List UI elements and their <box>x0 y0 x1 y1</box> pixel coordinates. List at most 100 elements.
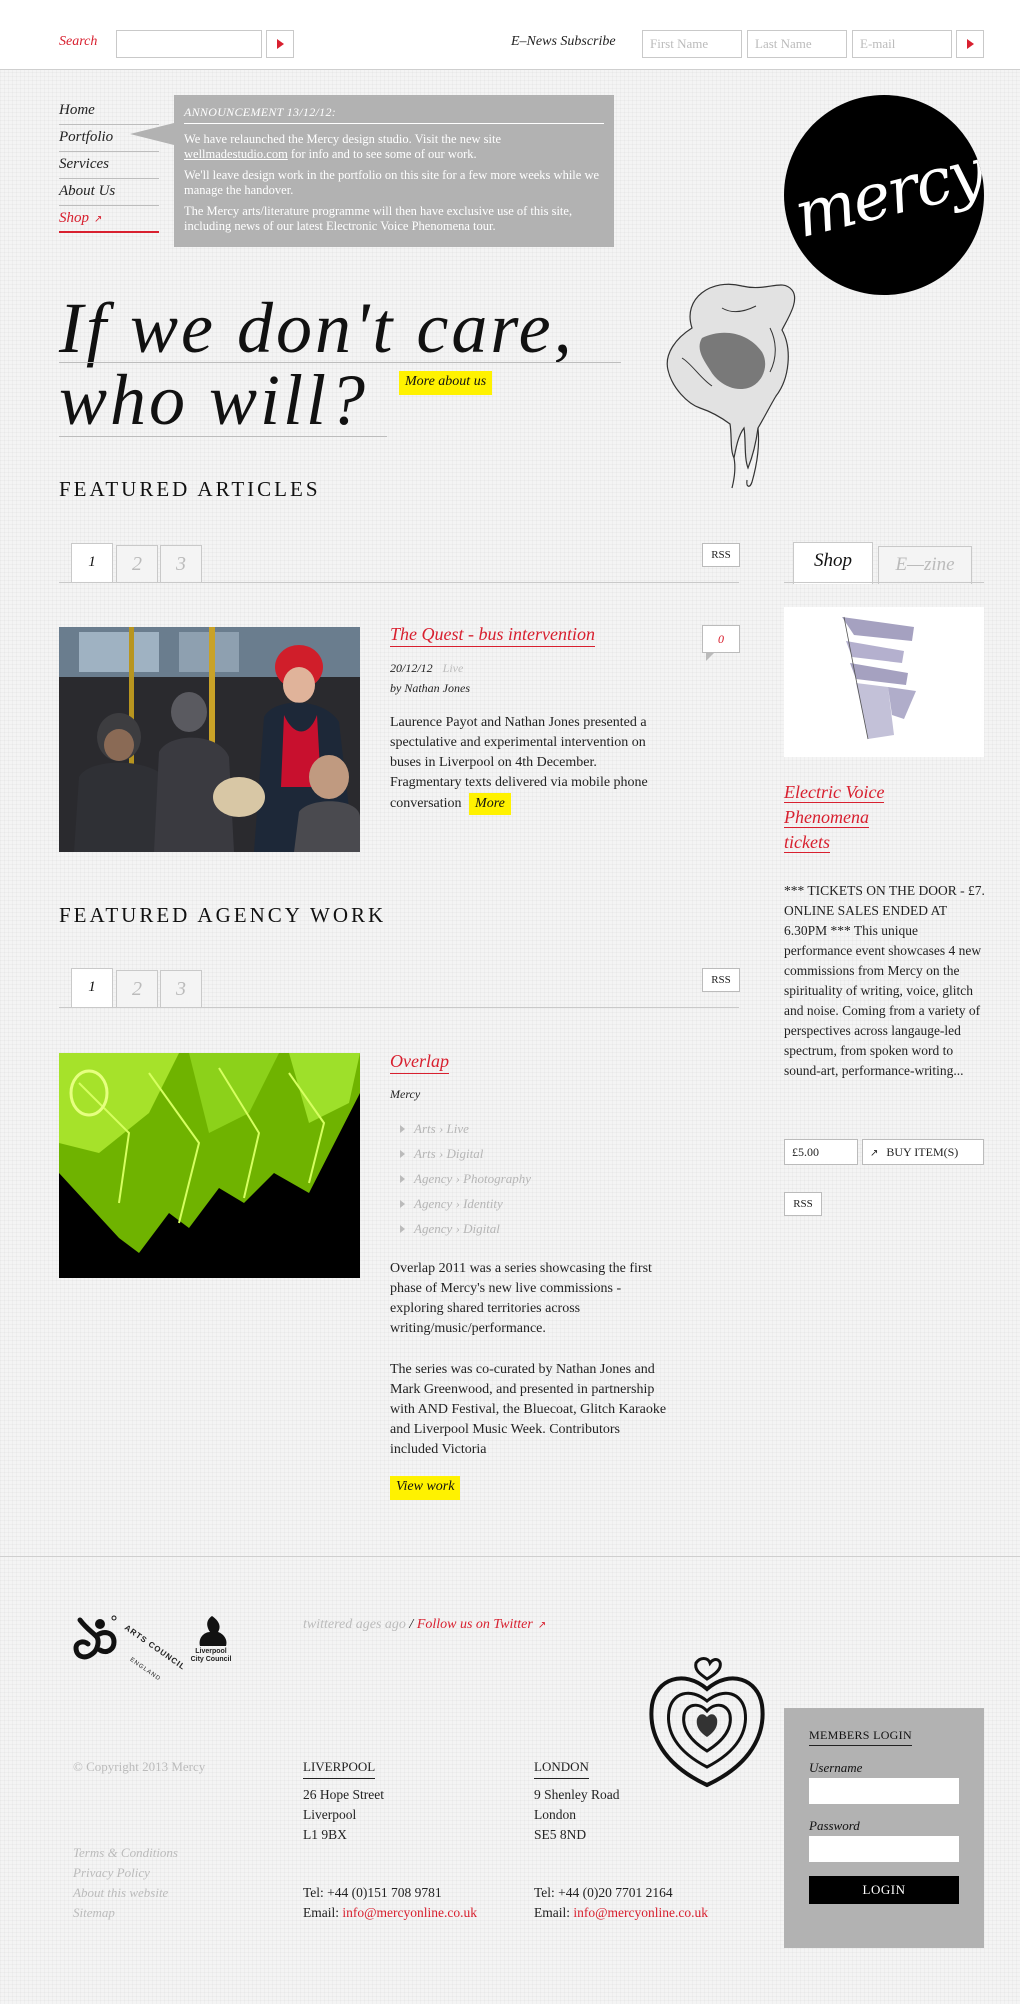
more-about-us-button[interactable]: More about us <box>399 371 493 395</box>
sidebar-tab-shop[interactable]: Shop <box>793 542 873 584</box>
password-input[interactable] <box>809 1836 959 1862</box>
announcement-paragraph-3: The Mercy arts/literature programme will… <box>184 203 573 234</box>
product-title-link[interactable]: Electric Voice Phenomena tickets <box>784 780 885 855</box>
follow-twitter-link[interactable]: Follow us on Twitter <box>417 1617 533 1632</box>
footer-link-terms[interactable]: Terms & Conditions <box>73 1843 178 1863</box>
shop-rss-button[interactable]: RSS <box>784 1192 822 1216</box>
liverbird-icon <box>199 1616 227 1646</box>
comment-count-bubble[interactable]: 0 <box>702 625 740 661</box>
dripping-hand-illustration <box>666 283 796 489</box>
sidebar-tab-ezine[interactable]: E—zine <box>878 546 972 584</box>
article-excerpt: Laurence Payot and Nathan Jones presente… <box>390 713 670 815</box>
tagline-line-1: If we don't care, <box>59 288 575 368</box>
work-tab-3[interactable]: 3 <box>160 970 202 1008</box>
london-contact: Tel: +44 (0)20 7701 2164 Email: info@mer… <box>534 1883 708 1923</box>
search-input[interactable] <box>116 30 262 58</box>
liverpool-contact: Tel: +44 (0)151 708 9781 Email: info@mer… <box>303 1883 477 1923</box>
view-work-button[interactable]: View work <box>390 1476 461 1500</box>
work-title-link[interactable]: Overlap <box>390 1051 449 1074</box>
article-date-line: 20/12/12 Live <box>390 661 463 676</box>
product-title-line: tickets <box>784 832 830 853</box>
liverpool-email-link[interactable]: info@mercyonline.co.uk <box>342 1905 477 1920</box>
work-tab-2[interactable]: 2 <box>116 970 158 1008</box>
article-category[interactable]: Live <box>443 661 464 675</box>
arts-council-logo[interactable]: ARTS COUNCIL ENGLAND <box>122 1613 192 1683</box>
featured-work-heading: FEATURED AGENCY WORK <box>59 903 387 927</box>
article-title-link[interactable]: The Quest - bus intervention <box>390 624 595 647</box>
product-image[interactable] <box>784 607 984 757</box>
heart-sketch-illustration <box>649 1657 765 1788</box>
search-label: Search <box>59 34 98 49</box>
nav-about-us[interactable]: About Us <box>59 179 159 206</box>
liverpool-tel: Tel: +44 (0)151 708 9781 <box>303 1885 442 1900</box>
article-photo[interactable] <box>59 627 360 852</box>
tagline-underline <box>59 436 387 437</box>
announcement-title: ANNOUNCEMENT 13/12/12: <box>184 105 604 124</box>
email-label: Email: <box>534 1905 574 1920</box>
twitter-line: twittered ages ago / Follow us on Twitte… <box>303 1617 546 1633</box>
work-photo[interactable] <box>59 1053 360 1278</box>
work-tag-arts-live[interactable]: Arts › Live <box>400 1121 469 1137</box>
search-submit-button[interactable] <box>266 30 294 58</box>
london-heading: LONDON <box>534 1757 589 1779</box>
email-label: Email: <box>303 1905 343 1920</box>
subscribe-submit-button[interactable] <box>956 30 984 58</box>
london-tel: Tel: +44 (0)20 7701 2164 <box>534 1885 673 1900</box>
nav-home[interactable]: Home <box>59 98 159 125</box>
external-link-icon: ↗ <box>870 1148 879 1159</box>
email-input[interactable]: E-mail <box>852 30 952 58</box>
footer-link-about[interactable]: About this website <box>73 1883 168 1903</box>
featured-articles-heading: FEATURED ARTICLES <box>59 477 321 501</box>
buy-items-button[interactable]: ↗ BUY ITEM(S) <box>862 1139 984 1165</box>
london-email-link[interactable]: info@mercyonline.co.uk <box>573 1905 708 1920</box>
lottery-logo-icon[interactable] <box>70 1610 120 1672</box>
twitter-status: twittered ages ago <box>303 1617 406 1632</box>
external-link-icon: ↗ <box>537 1620 547 1631</box>
login-button[interactable]: LOGIN <box>809 1876 959 1904</box>
work-tag-arts-digital[interactable]: Arts › Digital <box>400 1146 483 1162</box>
logo-text: mercy <box>787 134 984 254</box>
announcement-pointer <box>130 123 174 145</box>
articles-tab-rule <box>59 582 739 583</box>
work-tab-1[interactable]: 1 <box>71 968 113 1008</box>
liverpool-address-line: 26 Hope Street <box>303 1787 384 1802</box>
liverpool-city-council-logo[interactable]: Liverpool City Council <box>186 1614 236 1674</box>
articles-tab-3[interactable]: 3 <box>160 545 202 583</box>
members-login-panel: MEMBERS LOGIN Username Password LOGIN <box>784 1708 984 1948</box>
articles-tab-1[interactable]: 1 <box>71 543 113 583</box>
article-date: 20/12/12 <box>390 661 433 675</box>
username-input[interactable] <box>809 1778 959 1804</box>
footer-link-privacy[interactable]: Privacy Policy <box>73 1863 150 1883</box>
enews-label: E–News Subscribe <box>511 34 616 49</box>
articles-tab-2[interactable]: 2 <box>116 545 158 583</box>
liverpool-address-line: Liverpool <box>303 1807 357 1822</box>
london-address: LONDON 9 Shenley Road London SE5 8ND <box>534 1757 620 1845</box>
work-rss-button[interactable]: RSS <box>702 968 740 992</box>
external-link-icon: ↗ <box>94 214 103 225</box>
product-description: *** TICKETS ON THE DOOR - £7. ONLINE SAL… <box>784 883 985 1078</box>
articles-rss-button[interactable]: RSS <box>702 543 740 567</box>
work-tag-agency-digital[interactable]: Agency › Digital <box>400 1221 500 1237</box>
announcement-text: for info and to see some of our work. <box>287 147 477 161</box>
product-title-line: Electric Voice <box>784 782 885 803</box>
work-client: Mercy <box>390 1087 421 1101</box>
work-tag-agency-photography[interactable]: Agency › Photography <box>400 1171 531 1187</box>
members-login-heading: MEMBERS LOGIN <box>809 1728 912 1746</box>
article-more-button[interactable]: More <box>469 793 511 815</box>
liverpool-text-line-1: Liverpool <box>195 1648 227 1655</box>
first-name-input[interactable]: First Name <box>642 30 742 58</box>
top-bar: Search E–News Subscribe First Name Last … <box>0 0 1020 70</box>
work-description-2: The series was co-curated by Nathan Jone… <box>390 1362 667 1457</box>
footer-link-sitemap[interactable]: Sitemap <box>73 1903 115 1923</box>
work-tag-agency-identity[interactable]: Agency › Identity <box>400 1196 503 1212</box>
announcement-link[interactable]: wellmadestudio.com <box>184 147 288 161</box>
nav-shop[interactable]: Shop ↗ <box>59 206 159 233</box>
username-label: Username <box>809 1760 863 1775</box>
mercy-logo[interactable]: mercy <box>784 95 984 295</box>
nav-services[interactable]: Services <box>59 152 159 179</box>
liverpool-text-line-2: City Council <box>190 1656 232 1663</box>
announcement-box: ANNOUNCEMENT 13/12/12: We have relaunche… <box>174 95 614 247</box>
nav-shop-label: Shop <box>59 210 89 226</box>
last-name-input[interactable]: Last Name <box>747 30 847 58</box>
liverpool-address-line: L1 9BX <box>303 1827 347 1842</box>
